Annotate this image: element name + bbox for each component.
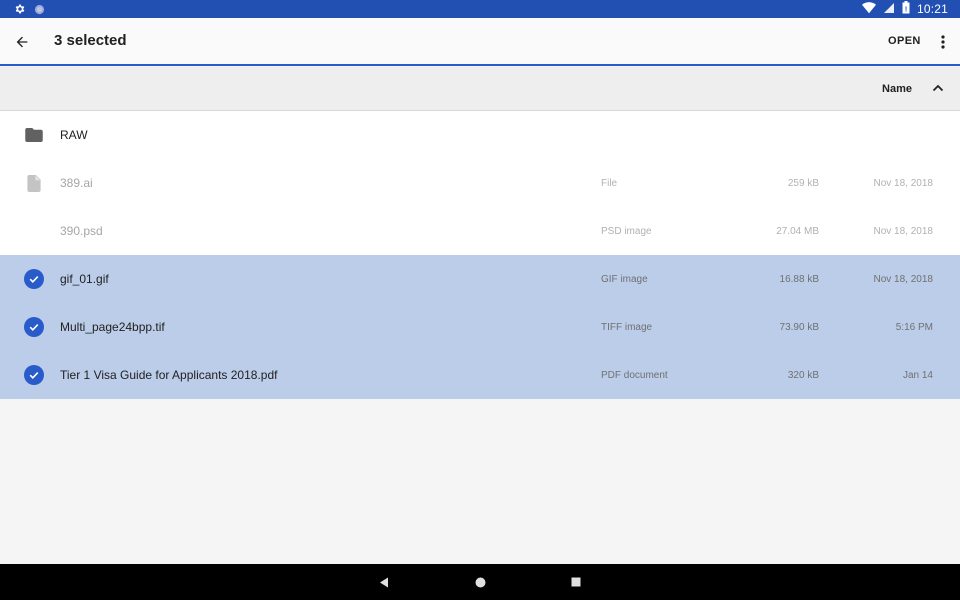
- triangle-back-icon: [380, 577, 388, 587]
- page-title: 3 selected: [54, 32, 127, 49]
- file-type: GIF image: [601, 274, 648, 285]
- more-options-button[interactable]: [934, 30, 952, 54]
- file-type: TIFF image: [601, 322, 653, 333]
- square-recents-icon: [571, 577, 581, 587]
- file-name: Tier 1 Visa Guide for Applicants 2018.pd…: [60, 368, 278, 382]
- sort-header: Name: [0, 67, 960, 111]
- file-row-gif-01[interactable]: gif_01.gif GIF image 16.88 kB Nov 18, 20…: [0, 255, 960, 303]
- file-row-tier-1-visa[interactable]: Tier 1 Visa Guide for Applicants 2018.pd…: [0, 351, 960, 399]
- file-row-raw[interactable]: RAW: [0, 111, 960, 159]
- status-bar: ! 10:21: [0, 0, 960, 18]
- file-type: File: [601, 178, 618, 189]
- file-name: RAW: [60, 128, 88, 142]
- file-row-389-ai[interactable]: 389.ai File 259 kB Nov 18, 2018: [0, 159, 960, 207]
- open-button[interactable]: OPEN: [888, 35, 921, 47]
- chevron-up-icon: [932, 84, 944, 92]
- nav-back-button[interactable]: [374, 572, 394, 592]
- file-date: 5:16 PM: [895, 322, 933, 333]
- arrow-back-icon: [16, 36, 28, 48]
- file-date: Jan 14: [902, 370, 933, 381]
- status-time: 10:21: [916, 2, 948, 16]
- file-row-multi-page[interactable]: Multi_page24bpp.tif TIFF image 73.90 kB …: [0, 303, 960, 351]
- file-name: 389.ai: [60, 176, 93, 190]
- file-date: Nov 18, 2018: [873, 178, 934, 189]
- file-name: 390.psd: [60, 224, 103, 238]
- nav-recents-button[interactable]: [566, 572, 586, 592]
- no-sim-icon: [883, 2, 895, 17]
- wifi-icon: [861, 1, 876, 17]
- more-vert-icon: [941, 35, 945, 49]
- check-circle-icon[interactable]: [24, 317, 44, 337]
- file-size: 27.04 MB: [776, 226, 819, 237]
- file-name: gif_01.gif: [60, 272, 109, 286]
- check-circle-icon[interactable]: [24, 365, 44, 385]
- file-type: PSD image: [601, 226, 652, 237]
- file-date: Nov 18, 2018: [873, 226, 934, 237]
- file-size: 73.90 kB: [779, 322, 819, 333]
- back-button[interactable]: [8, 28, 36, 56]
- file-size: 320 kB: [787, 370, 819, 381]
- check-circle-icon[interactable]: [24, 269, 44, 289]
- file-name: Multi_page24bpp.tif: [60, 320, 165, 334]
- file-icon: [24, 173, 44, 193]
- nav-home-button[interactable]: [470, 572, 490, 592]
- file-list: RAW 389.ai File 259 kB Nov 18, 2018 390.…: [0, 111, 960, 399]
- circle-home-icon: [475, 577, 485, 587]
- sort-label: Name: [882, 83, 912, 95]
- file-size: 16.88 kB: [779, 274, 819, 285]
- navigation-bar: [0, 564, 960, 600]
- file-size: 259 kB: [787, 178, 819, 189]
- svg-text:!: !: [905, 7, 907, 14]
- file-type: PDF document: [601, 370, 668, 381]
- battery-icon: !: [902, 1, 910, 17]
- folder-icon: [24, 125, 44, 145]
- file-row-390-psd[interactable]: 390.psd PSD image 27.04 MB Nov 18, 2018: [0, 207, 960, 255]
- file-date: Nov 18, 2018: [873, 274, 934, 285]
- app-bar: 3 selected OPEN: [0, 18, 960, 66]
